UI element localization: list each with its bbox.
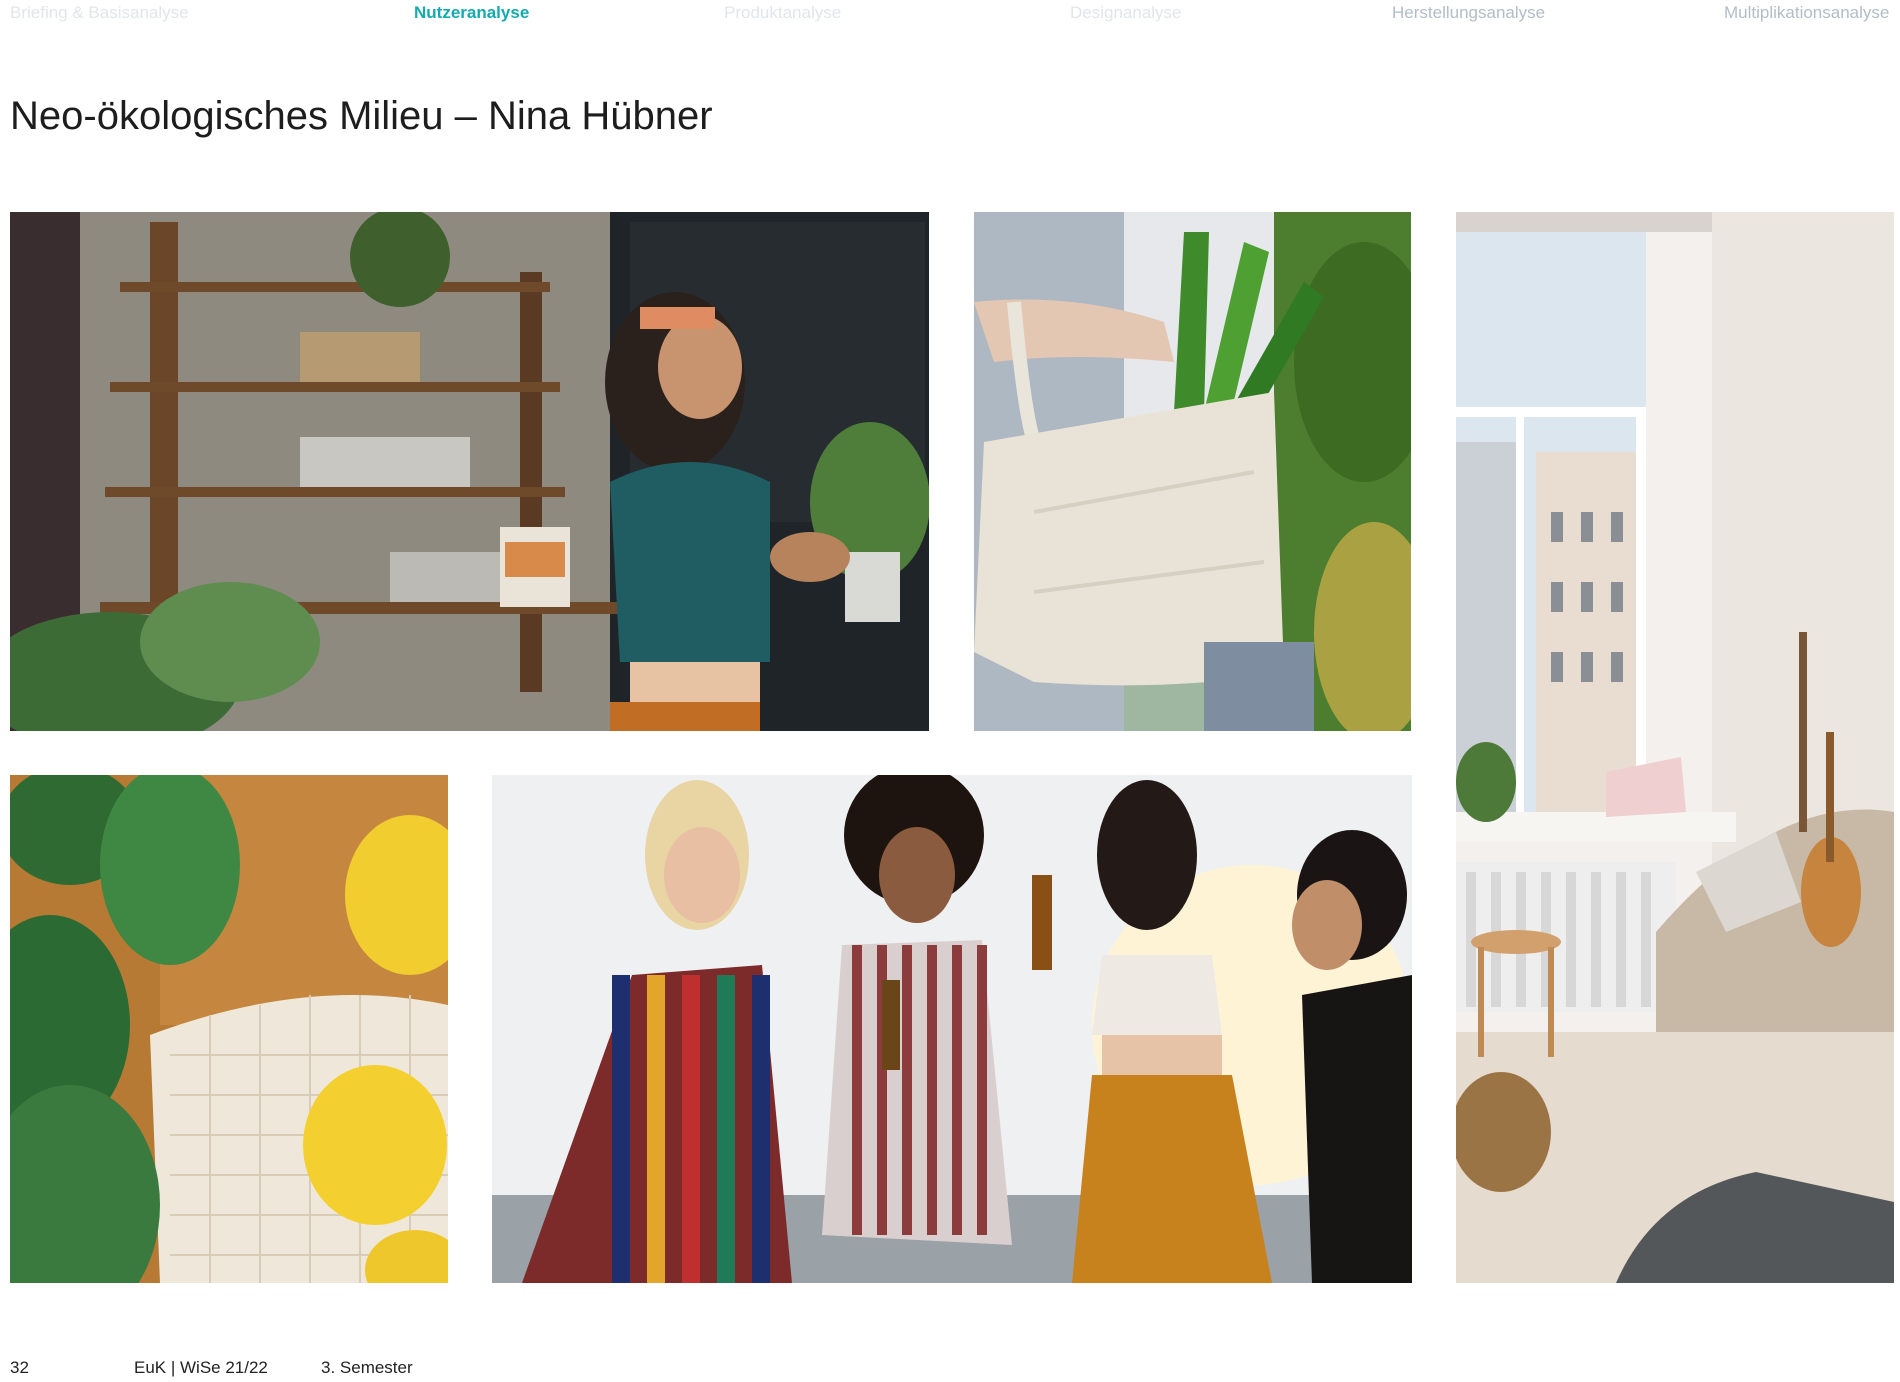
page-title: Neo-ökologisches Milieu – Nina Hübner (10, 94, 713, 138)
nav-item-produktanalyse[interactable]: Produktanalyse (724, 3, 841, 23)
photo-tote-bag (974, 212, 1411, 731)
nav-item-nutzeranalyse[interactable]: Nutzeranalyse (414, 3, 529, 23)
nav-item-briefing[interactable]: Briefing & Basisanalyse (10, 3, 189, 23)
page-number: 32 (10, 1358, 29, 1377)
photo-shop-woman (10, 212, 929, 731)
semester-label: 3. Semester (321, 1358, 413, 1377)
nav-item-designanalyse[interactable]: Designanalyse (1070, 3, 1182, 23)
page-footer: 32 EuK | WiSe 21/22 3. Semester (10, 1358, 510, 1380)
photo-shop-woman-image (10, 212, 929, 731)
section-navigation: Briefing & Basisanalyse Nutzeranalyse Pr… (10, 0, 1895, 26)
photo-lemons-mesh-bag-image (10, 775, 448, 1283)
nav-item-herstellungsanalyse[interactable]: Herstellungsanalyse (1392, 3, 1545, 23)
photo-friends-rooftop (492, 775, 1412, 1283)
photo-lemons-mesh-bag (10, 775, 448, 1283)
course-label: EuK | WiSe 21/22 (134, 1358, 268, 1377)
photo-living-room-image (1456, 212, 1894, 1283)
photo-tote-bag-image (974, 212, 1411, 731)
photo-friends-rooftop-image (492, 775, 1412, 1283)
photo-living-room (1456, 212, 1894, 1283)
nav-item-multiplikationsanalyse[interactable]: Multiplikationsanalyse (1724, 3, 1889, 23)
